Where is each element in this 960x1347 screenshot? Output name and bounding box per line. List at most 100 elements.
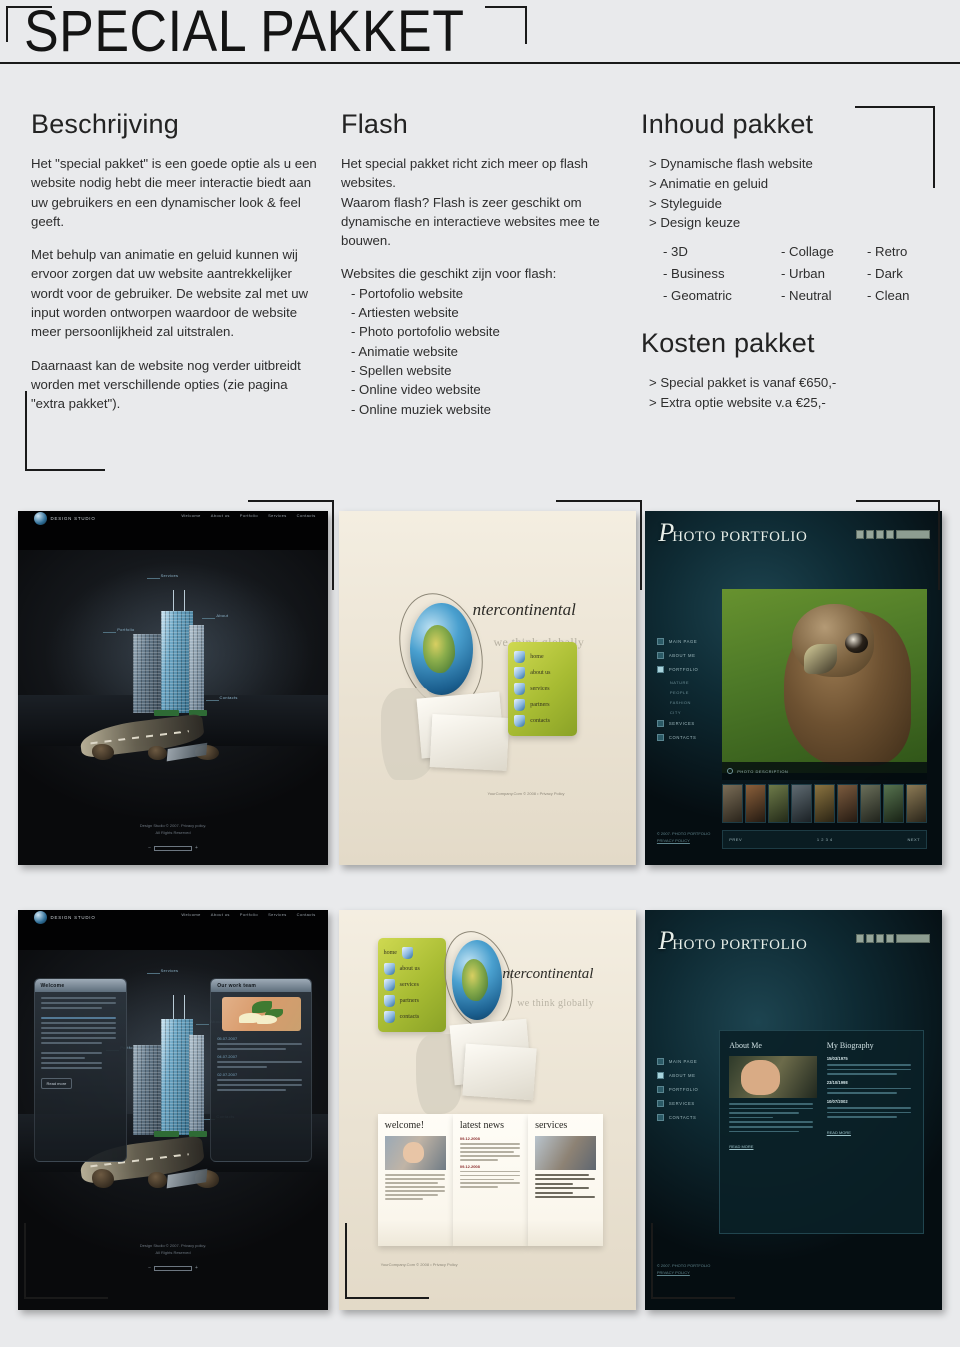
nav-item[interactable]: CONTACTS	[656, 734, 699, 742]
slider-track[interactable]	[154, 1266, 192, 1271]
strip-thumb[interactable]	[814, 783, 836, 823]
nav-item[interactable]: MAIN PAGE	[656, 1058, 699, 1065]
thumbnail-photo-portfolio-gallery[interactable]: P HOTO PORTFOLIO MAIN PAGE ABOUT ME PORT…	[645, 511, 942, 865]
nav-item[interactable]: Welcome	[181, 912, 200, 917]
zoom-slider[interactable]: − +	[148, 845, 198, 852]
nav-item[interactable]: ABOUT ME	[656, 652, 699, 660]
strip-thumb[interactable]	[883, 783, 905, 823]
pager-next[interactable]: NEXT	[907, 837, 920, 842]
sub-nav[interactable]: NATURE PEOPLE FASHION CITY	[670, 680, 699, 715]
menu-item[interactable]: home	[384, 947, 440, 959]
news-date: 02.07.2007	[217, 1072, 238, 1077]
tile-icon[interactable]	[886, 934, 895, 943]
pager-pages[interactable]: 1 2 3 4	[817, 837, 833, 842]
site-nav[interactable]: MAIN PAGE ABOUT ME PORTFOLIO SERVICES CO…	[656, 1058, 699, 1128]
tile-icon[interactable]	[876, 530, 885, 540]
strip-thumb[interactable]	[722, 783, 744, 823]
site-topbar: DESIGN STUDIO Welcome About us Portfolio…	[18, 511, 328, 550]
menu-item-label: home	[530, 653, 544, 660]
site-nav[interactable]: Welcome About us Portfolio Services Cont…	[181, 912, 315, 917]
sub-nav-item[interactable]: PEOPLE	[670, 690, 699, 695]
nav-item[interactable]: SERVICES	[656, 1100, 699, 1107]
read-more-button[interactable]: Read more	[40, 1078, 73, 1089]
hotspot-label[interactable]: Contacts	[205, 695, 238, 701]
hotspot-label[interactable]: Services	[146, 573, 179, 580]
menu-item[interactable]: about us	[514, 666, 570, 679]
menu-item[interactable]: home	[514, 650, 570, 663]
zoom-in-icon[interactable]: +	[195, 1265, 198, 1272]
zoom-out-icon[interactable]: −	[148, 845, 151, 852]
menu-item[interactable]: about us	[383, 963, 440, 975]
thumbnail-strip[interactable]	[722, 783, 928, 823]
nav-item[interactable]: Services	[268, 513, 287, 518]
menu-item[interactable]: services	[514, 682, 570, 695]
nav-item[interactable]: About us	[211, 513, 230, 518]
strip-thumb[interactable]	[860, 783, 882, 823]
nav-item[interactable]: SERVICES	[656, 720, 699, 728]
nav-item[interactable]: CONTACTS	[656, 1114, 699, 1121]
footer-privacy-link[interactable]: PRIVACY POLICY	[657, 837, 710, 844]
zoom-in-icon[interactable]: +	[195, 845, 198, 852]
header-tiles[interactable]	[856, 934, 931, 943]
design-studio-site: DESIGN STUDIO Welcome About us Portfolio…	[18, 511, 328, 865]
nav-item[interactable]: Welcome	[181, 513, 200, 518]
menu-bookmark-icon	[401, 947, 413, 959]
nav-item[interactable]: MAIN PAGE	[656, 638, 699, 646]
sub-nav-item[interactable]: CITY	[670, 710, 699, 715]
thumbnail-intercontinental-home[interactable]: ntercontinental we think globally home a…	[339, 511, 636, 865]
tile-icon[interactable]	[886, 530, 895, 540]
gallery-pager[interactable]: PREV 1 2 3 4 NEXT	[722, 829, 928, 850]
tile-icon[interactable]	[856, 934, 865, 943]
tile-icon[interactable]	[876, 934, 885, 943]
menu-item[interactable]: partners	[514, 698, 570, 711]
footer-privacy-link[interactable]: PRIVACY POLICY	[657, 1269, 710, 1276]
nav-item[interactable]: Portfolio	[240, 513, 258, 518]
strip-thumb[interactable]	[791, 783, 813, 823]
hotspot-label[interactable]: Services	[146, 968, 179, 975]
sub-nav-item[interactable]: NATURE	[670, 680, 699, 685]
nav-item[interactable]: Contacts	[297, 513, 316, 518]
menu-item[interactable]: partners	[383, 995, 440, 1007]
tile-icon-wide[interactable]	[896, 934, 931, 943]
zoom-out-icon[interactable]: −	[148, 1265, 151, 1272]
tile-icon-wide[interactable]	[896, 530, 931, 540]
sub-nav-item[interactable]: FASHION	[670, 700, 699, 705]
hotspot-label[interactable]: Portfolio	[102, 627, 134, 634]
nav-item[interactable]: Portfolio	[240, 912, 258, 917]
screenshot-gallery: DESIGN STUDIO Welcome About us Portfolio…	[0, 0, 960, 1347]
strip-thumb[interactable]	[768, 783, 790, 823]
tile-icon[interactable]	[856, 530, 865, 540]
tile-icon[interactable]	[866, 934, 875, 943]
menu-item[interactable]: contacts	[514, 714, 570, 727]
read-more-link[interactable]: READ MORE	[729, 1144, 753, 1149]
site-hero-stage: Services About Portfolio Contacts	[18, 549, 328, 784]
site-nav-menu[interactable]: home about us services partners contacts	[377, 938, 446, 1032]
nav-item-active[interactable]: ABOUT ME	[656, 1072, 699, 1079]
read-more-link[interactable]: READ MORE	[827, 1130, 851, 1135]
site-nav[interactable]: MAIN PAGE ABOUT ME PORTFOLIO NATURE PEOP…	[656, 638, 699, 748]
zoom-slider[interactable]: − +	[148, 1265, 198, 1272]
tile-icon[interactable]	[866, 530, 875, 540]
strip-thumb[interactable]	[906, 783, 928, 823]
menu-item[interactable]: services	[383, 979, 440, 991]
site-nav-menu[interactable]: home about us services partners contacts	[508, 641, 577, 736]
thumbnail-photo-portfolio-about[interactable]: P HOTO PORTFOLIO MAIN PAGE ABOUT ME PORT…	[645, 910, 942, 1310]
thumbnail-design-studio-home[interactable]: DESIGN STUDIO Welcome About us Portfolio…	[18, 511, 328, 865]
site-nav[interactable]: Welcome About us Portfolio Services Cont…	[181, 513, 315, 518]
nav-item[interactable]: PORTFOLIO	[656, 1086, 699, 1093]
nav-item[interactable]: About us	[211, 912, 230, 917]
strip-thumb[interactable]	[837, 783, 859, 823]
thumbnail-intercontinental-interior[interactable]: home about us services partners contacts…	[339, 910, 636, 1310]
footer-copyright: YourCompany.Com © 2008 • Privacy Policy	[487, 790, 565, 796]
strip-thumb[interactable]	[745, 783, 767, 823]
brand-title: HOTO PORTFOLIO	[672, 528, 808, 545]
nav-item[interactable]: Services	[268, 912, 287, 917]
thumbnail-design-studio-interior[interactable]: DESIGN STUDIO Welcome About us Portfolio…	[18, 910, 328, 1310]
slider-track[interactable]	[154, 846, 192, 852]
nav-item[interactable]: Contacts	[297, 912, 316, 917]
pager-prev[interactable]: PREV	[729, 837, 742, 842]
menu-item[interactable]: contacts	[383, 1011, 440, 1023]
hotspot-label[interactable]: About	[202, 613, 228, 620]
nav-item-active[interactable]: PORTFOLIO	[656, 666, 699, 674]
header-tiles[interactable]	[856, 530, 931, 540]
